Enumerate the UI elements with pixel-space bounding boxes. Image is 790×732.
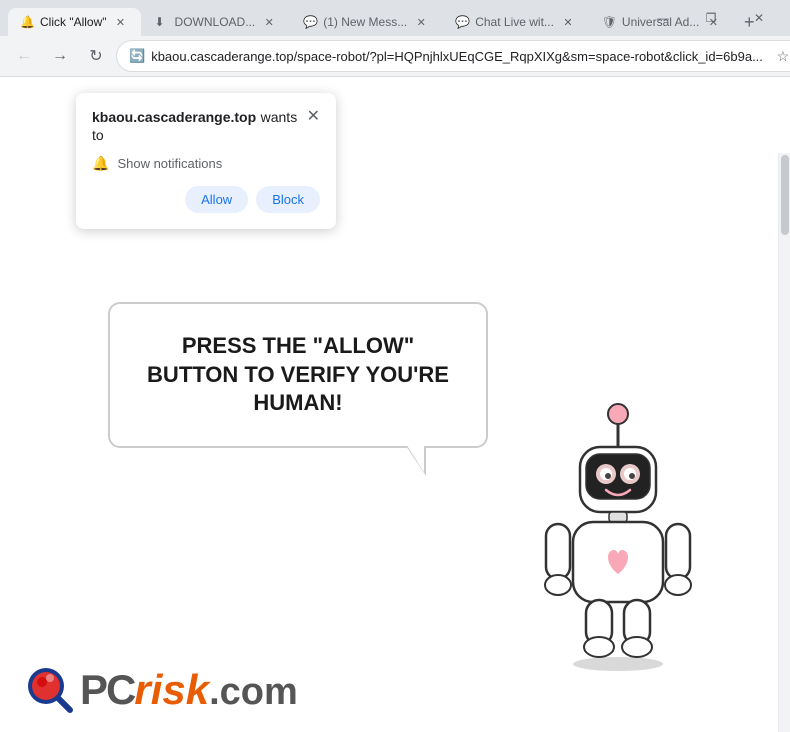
toolbar: ← → ↻ 🔄 kbaou.cascaderange.top/space-rob… [0, 36, 790, 76]
tab-favicon-5: 🛡 [602, 15, 616, 29]
tab-messages[interactable]: 💬 (1) New Mess... ✕ [291, 8, 441, 36]
page-content: kbaou.cascaderange.top wantsto ✕ 🔔 Show … [0, 77, 778, 732]
back-button[interactable]: ← [8, 40, 40, 72]
tab-close-4[interactable]: ✕ [113, 14, 129, 30]
popup-site-info: kbaou.cascaderange.top wantsto [92, 109, 297, 145]
refresh-button[interactable]: ↻ [80, 40, 112, 72]
pcrisk-text: PC risk .com [80, 666, 298, 714]
bookmark-button[interactable]: ☆ [769, 42, 790, 70]
tab-download[interactable]: ⬇ DOWNLOAD... ✕ [143, 8, 290, 36]
show-notifications-label: Show notifications [117, 156, 222, 171]
com-text: .com [209, 671, 298, 714]
speech-bubble: PRESS THE "ALLOW" BUTTON TO VERIFY YOU'R… [108, 302, 488, 448]
tab-label-4: Click "Allow" [40, 15, 107, 29]
bell-icon: 🔔 [92, 155, 109, 172]
tab-favicon-1: ⬇ [155, 15, 169, 29]
popup-header: kbaou.cascaderange.top wantsto ✕ [92, 109, 320, 145]
tab-label-2: (1) New Mess... [323, 15, 407, 29]
robot-illustration [518, 392, 718, 672]
pcrisk-logo: PC risk .com [24, 664, 298, 716]
pcrisk-logo-icon [24, 664, 76, 716]
risk-text: risk [134, 666, 209, 714]
tab-favicon-2: 💬 [303, 15, 317, 29]
tab-click-allow[interactable]: 🔔 Click "Allow" ✕ [8, 8, 141, 36]
popup-close-button[interactable]: ✕ [307, 109, 320, 125]
tab-favicon-3: 💬 [455, 15, 469, 29]
tab-chat[interactable]: 💬 Chat Live wit... ✕ [443, 8, 588, 36]
popup-notification-row: 🔔 Show notifications [92, 155, 320, 172]
scrollbar-track[interactable] [778, 153, 790, 732]
popup-site-name: kbaou.cascaderange.top [92, 109, 256, 125]
pc-text: PC [80, 666, 134, 714]
popup-buttons: Allow Block [92, 186, 320, 213]
forward-button[interactable]: → [44, 40, 76, 72]
close-button[interactable]: ✕ [736, 4, 782, 32]
tab-label-3: Chat Live wit... [475, 15, 554, 29]
speech-text: PRESS THE "ALLOW" BUTTON TO VERIFY YOU'R… [147, 333, 449, 415]
tab-close-2[interactable]: ✕ [413, 14, 429, 30]
restore-button[interactable]: ❐ [688, 4, 734, 32]
allow-button[interactable]: Allow [185, 186, 248, 213]
address-bar[interactable]: 🔄 kbaou.cascaderange.top/space-robot/?pl… [116, 40, 790, 72]
url-text: kbaou.cascaderange.top/space-robot/?pl=H… [151, 49, 763, 64]
scrollbar-thumb[interactable] [781, 155, 789, 235]
tab-label-1: DOWNLOAD... [175, 15, 256, 29]
reload-icon: 🔄 [129, 48, 145, 64]
window-controls: — ❐ ✕ [640, 4, 790, 32]
tab-favicon-4: 🔔 [20, 15, 34, 29]
notification-popup: kbaou.cascaderange.top wantsto ✕ 🔔 Show … [76, 93, 336, 229]
tab-close-3[interactable]: ✕ [560, 14, 576, 30]
tab-close-1[interactable]: ✕ [261, 14, 277, 30]
block-button[interactable]: Block [256, 186, 320, 213]
minimize-button[interactable]: — [640, 4, 686, 32]
address-actions: ☆ ⬇ 👤 ⋮ [769, 42, 790, 70]
